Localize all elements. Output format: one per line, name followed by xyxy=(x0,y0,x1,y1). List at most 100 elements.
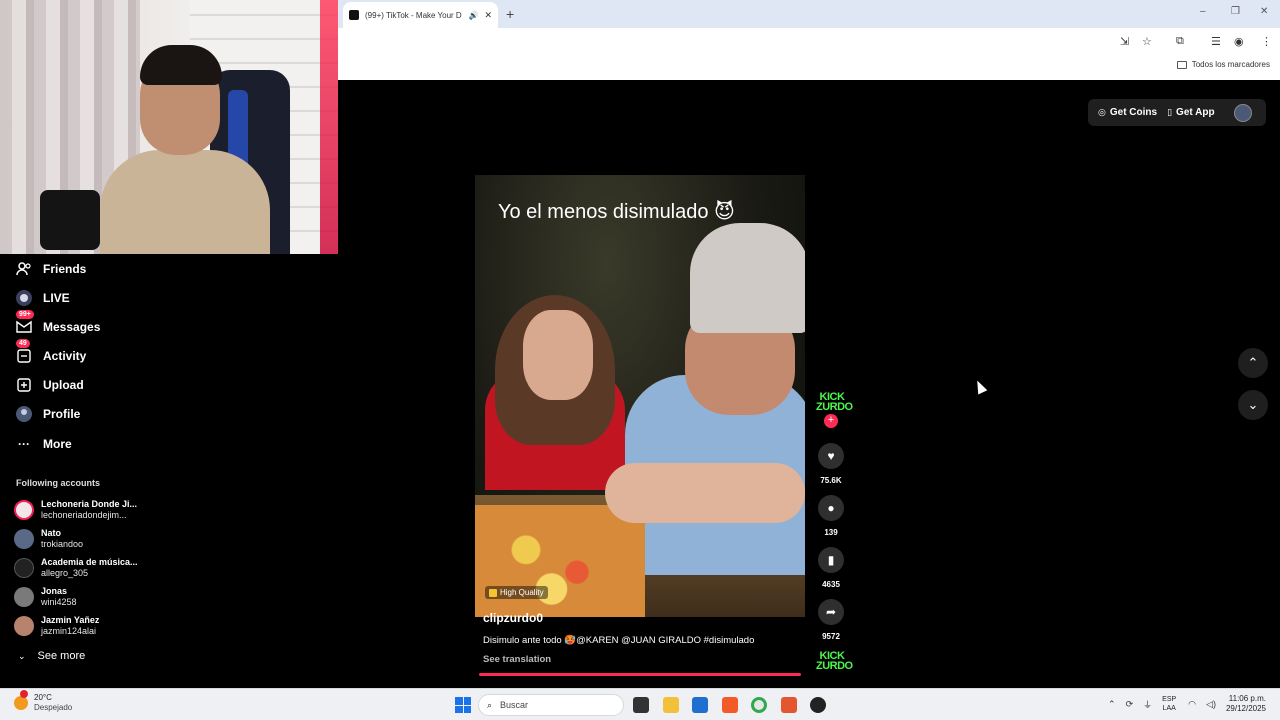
browser-tab[interactable]: (99+) TikTok - Make Your D 🔊 ✕ xyxy=(343,2,498,28)
coin-icon: ◎ xyxy=(1098,107,1106,117)
folder-icon xyxy=(1176,60,1187,69)
following-account[interactable]: Lechoneria Donde Ji... lechoneriadondejim… xyxy=(14,497,137,523)
sidebar-item-label: More xyxy=(43,437,72,451)
user-avatar[interactable] xyxy=(1234,103,1252,122)
browser-chrome: (99+) TikTok - Make Your D 🔊 ✕ + – ❐ ✕ ⇲… xyxy=(338,0,1280,80)
restore-icon[interactable]: ❐ xyxy=(1231,6,1240,17)
weather-widget[interactable]: 20°C Despejado xyxy=(14,690,73,713)
new-tab-button[interactable]: + xyxy=(506,6,514,22)
like-count: 75.6K xyxy=(820,476,842,485)
sidebar-item-activity[interactable]: 49 Activity xyxy=(14,339,87,369)
windows-start-icon[interactable] xyxy=(455,697,471,713)
obs-icon[interactable] xyxy=(810,697,826,713)
see-more-button[interactable]: ⌄ See more xyxy=(18,650,85,662)
video-description: Disimulo ante todo 🥵@KAREN @JUAN GIRALDO… xyxy=(483,635,755,646)
media-control-icon[interactable]: ☰ xyxy=(1211,35,1221,48)
sidebar-item-more[interactable]: ··· More xyxy=(14,431,72,457)
search-icon: ⌕ xyxy=(487,699,493,710)
sidebar-item-messages[interactable]: 99+ Messages xyxy=(14,310,101,340)
account-toolbar: ◎ Get Coins ▯ Get App xyxy=(1088,99,1266,126)
tray-expand-icon[interactable]: ⌃ xyxy=(1108,699,1116,710)
profile-avatar-icon[interactable]: ◉ xyxy=(1234,35,1244,48)
task-view-icon[interactable] xyxy=(633,697,649,713)
chrome-icon[interactable] xyxy=(751,697,767,713)
search-placeholder: Buscar xyxy=(500,700,529,710)
hq-icon xyxy=(489,588,497,597)
sidebar-item-live[interactable]: LIVE xyxy=(14,285,70,311)
activity-badge: 49 xyxy=(16,339,30,348)
get-app-label: Get App xyxy=(1176,107,1215,118)
bookmarks-label: Todos los marcadores xyxy=(1191,60,1270,69)
minimize-icon[interactable]: – xyxy=(1200,6,1206,17)
sidebar-item-label: Messages xyxy=(43,320,101,334)
install-app-icon[interactable]: ⇲ xyxy=(1120,35,1129,48)
following-account[interactable]: Jonas wini4258 xyxy=(14,584,77,610)
sound-avatar[interactable]: KICK ZURDO xyxy=(816,651,853,679)
share-icon: ➦ xyxy=(825,605,837,619)
language-indicator[interactable]: ESP LAA xyxy=(1162,695,1176,713)
following-account[interactable]: Jazmin Yañez jazmin124alai xyxy=(14,613,99,639)
brave-icon[interactable] xyxy=(722,697,738,713)
browser-toolbar: ⇲ ☆ ⧉ ☰ ◉ ⋮ xyxy=(338,28,1280,56)
friends-icon xyxy=(14,259,34,279)
sidebar-item-label: Profile xyxy=(43,407,81,421)
close-window-icon[interactable]: ✕ xyxy=(1260,6,1268,17)
avatar xyxy=(14,558,34,578)
network-icon[interactable]: ⟳ xyxy=(1126,699,1134,710)
avatar xyxy=(14,616,34,636)
all-bookmarks[interactable]: Todos los marcadores xyxy=(1176,60,1270,69)
upload-icon xyxy=(14,375,34,395)
chevron-down-icon: ⌄ xyxy=(18,650,26,661)
tab-title: (99+) TikTok - Make Your D xyxy=(365,10,462,20)
get-coins-label: Get Coins xyxy=(1109,107,1158,118)
comment-button[interactable]: ● xyxy=(818,495,844,521)
get-coins-button[interactable]: ◎ Get Coins xyxy=(1098,107,1157,118)
avatar xyxy=(14,587,34,607)
see-translation-link[interactable]: See translation xyxy=(483,654,551,665)
quality-badge[interactable]: High Quality xyxy=(485,586,548,599)
share-button[interactable]: ➦ xyxy=(818,599,844,625)
chevron-down-icon: ⌄ xyxy=(1247,397,1259,412)
sidebar-item-label: LIVE xyxy=(43,291,70,305)
taskbar-search[interactable]: ⌕ Buscar xyxy=(478,694,624,716)
next-video-button[interactable]: ⌄ xyxy=(1238,390,1268,420)
following-account[interactable]: Nato trokiandoo xyxy=(14,526,83,552)
get-app-button[interactable]: ▯ Get App xyxy=(1167,107,1214,118)
tiktok-favicon-icon xyxy=(349,10,359,20)
app-icon[interactable] xyxy=(781,697,797,713)
live-icon xyxy=(14,288,34,308)
previous-video-button[interactable]: ⌃ xyxy=(1238,348,1268,378)
chevron-up-icon: ⌃ xyxy=(1247,355,1259,370)
tab-close-icon[interactable]: ✕ xyxy=(484,10,492,21)
extensions-icon[interactable]: ⧉ xyxy=(1176,35,1184,48)
follow-button[interactable]: + xyxy=(824,414,838,428)
bookmark-icon: ▮ xyxy=(827,553,835,567)
sidebar-item-friends[interactable]: Friends xyxy=(14,256,86,282)
tab-audio-icon[interactable]: 🔊 xyxy=(468,11,478,20)
wifi-icon[interactable]: ◠ xyxy=(1188,699,1196,710)
weather-condition: Despejado xyxy=(34,703,73,712)
sidebar-item-profile[interactable]: Profile xyxy=(14,401,80,427)
store-icon[interactable] xyxy=(692,697,708,713)
following-account[interactable]: Academia de música... allegro_305 xyxy=(14,555,138,581)
profile-icon xyxy=(14,404,34,424)
temperature: 20°C xyxy=(34,693,52,702)
browser-menu-icon[interactable]: ⋮ xyxy=(1261,35,1272,48)
video-progress-bar[interactable] xyxy=(479,673,801,676)
mic-icon[interactable]: ⏚ xyxy=(1143,698,1152,711)
bookmark-star-icon[interactable]: ☆ xyxy=(1142,35,1152,48)
save-button[interactable]: ▮ xyxy=(818,547,844,573)
file-explorer-icon[interactable] xyxy=(663,697,679,713)
video-player[interactable]: Yo el menos disimulado 😈 High Quality xyxy=(475,175,805,617)
like-button[interactable]: ♥ xyxy=(818,443,844,469)
volume-icon[interactable]: ◁) xyxy=(1206,699,1216,710)
more-icon: ··· xyxy=(18,437,30,451)
following-accounts-heading: Following accounts xyxy=(16,478,101,488)
tiktok-sidebar: Friends LIVE 99+ Messages 49 Activity Up… xyxy=(0,254,338,688)
sidebar-item-label: Activity xyxy=(43,349,87,363)
video-author[interactable]: clipzurdo0 xyxy=(483,611,543,625)
video-overlay-text: Yo el menos disimulado 😈 xyxy=(498,201,735,223)
sidebar-item-upload[interactable]: Upload xyxy=(14,372,84,398)
clock[interactable]: 11:06 p.m. 29/12/2025 xyxy=(1226,694,1266,714)
mouse-cursor xyxy=(972,378,988,395)
